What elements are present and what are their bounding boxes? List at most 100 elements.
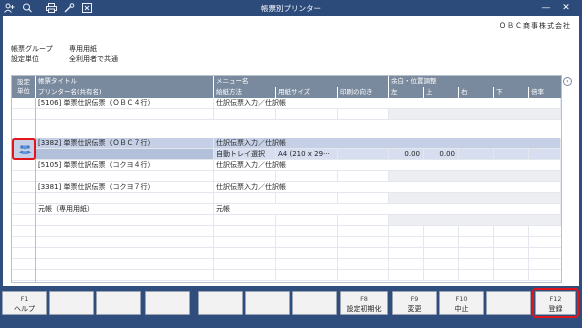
close-icon[interactable]: ✕	[560, 2, 572, 14]
margin-cell	[389, 215, 561, 225]
col-scale: 倍率	[531, 88, 544, 96]
f4-button[interactable]	[145, 291, 190, 315]
printer-cell[interactable]	[36, 215, 214, 225]
feed-cell[interactable]	[214, 171, 276, 181]
table-row[interactable]: [5106] 単票仕訳伝票（ＯＢＣ４行） 仕訳伝票入力／仕訳帳	[12, 98, 561, 109]
f8-reset-button[interactable]: F8 設定初期化	[340, 291, 388, 315]
orientation-cell[interactable]	[338, 215, 389, 225]
shared-users-toggle[interactable]	[12, 138, 36, 160]
scale-cell[interactable]	[529, 149, 561, 159]
printer-cell[interactable]	[36, 149, 214, 159]
top-margin-cell[interactable]: 0.00	[424, 149, 459, 159]
f9-change-button[interactable]: F9 変更	[392, 291, 437, 315]
form-title-cell: 元帳（専用用紙）	[36, 204, 214, 214]
col-margin: 余白・位置調整	[391, 77, 437, 85]
f5-button[interactable]	[198, 291, 243, 315]
form-title-cell: [3382] 単票仕訳伝票（ＯＢＣ７行）	[36, 138, 214, 148]
menu-cell: 仕訳伝票入力／仕訳帳	[214, 138, 561, 148]
f11-button[interactable]	[486, 291, 531, 315]
empty-row	[12, 226, 561, 237]
users-group-icon	[19, 145, 31, 154]
margin-cell	[389, 171, 561, 181]
paper-cell[interactable]: A4 (210 x 29···	[276, 149, 338, 159]
col-menu-name: メニュー名	[214, 76, 389, 87]
form-title-cell: [5105] 単票仕訳伝票（コクヨ４行）	[36, 160, 214, 170]
form-group-label: 帳票グループ	[11, 45, 53, 53]
col-paper: 用紙サイズ	[276, 87, 338, 98]
setting-unit-row: 設定単位 全利用者で共通	[11, 54, 118, 64]
setting-unit-label: 設定単位	[11, 55, 39, 63]
setting-unit-value: 全利用者で共通	[69, 55, 118, 63]
menu-cell: 仕訳伝票入力／仕訳帳	[214, 182, 561, 192]
f12-highlight-frame	[532, 288, 579, 318]
orientation-cell[interactable]	[338, 149, 389, 159]
printer-cell[interactable]	[36, 171, 214, 181]
printer-cell[interactable]	[36, 109, 214, 119]
col-top: 上	[424, 87, 459, 98]
title-bar: 帳票別プリンター — ✕	[0, 0, 582, 16]
margin-cell	[389, 193, 561, 203]
paper-cell[interactable]	[276, 215, 338, 225]
table-row[interactable]	[12, 193, 561, 204]
company-name: ＯＢＣ商事株式会社	[499, 22, 571, 30]
f10-cancel-button[interactable]: F10 中止	[439, 291, 484, 315]
menu-cell: 仕訳伝票入力／仕訳帳	[214, 98, 561, 108]
f1-help-button[interactable]: F1 ヘルプ	[2, 291, 47, 315]
menu-cell: 元帳	[214, 204, 561, 214]
menu-cell: 仕訳伝票入力／仕訳帳	[214, 160, 561, 170]
f3-button[interactable]	[96, 291, 141, 315]
feed-cell[interactable]	[214, 215, 276, 225]
printer-cell[interactable]	[36, 193, 214, 203]
col-bottom: 下	[494, 87, 529, 98]
col-right: 右	[459, 87, 494, 98]
right-margin-cell[interactable]	[459, 149, 494, 159]
col-form-title: 帳票タイトル	[36, 76, 214, 87]
table-row[interactable]	[12, 215, 561, 226]
printer-grid: 帳票タイトル メニュー名 余白・位置調整 プリンター名(共有名) 給紙方法 用紙…	[11, 75, 572, 283]
margin-cell	[389, 109, 561, 119]
feed-cell[interactable]	[214, 109, 276, 119]
main-content: ＯＢＣ商事株式会社 帳票グループ 専用用紙 設定単位 全利用者で共通 帳票タイトル …	[3, 16, 579, 286]
table-row[interactable]: [3381] 単票仕訳伝票（コクヨ７行） 仕訳伝票入力／仕訳帳	[12, 182, 561, 193]
table-row[interactable]: [5105] 単票仕訳伝票（コクヨ４行） 仕訳伝票入力／仕訳帳	[12, 160, 561, 171]
empty-row	[12, 270, 561, 281]
f6-button[interactable]	[245, 291, 290, 315]
table-row-selected[interactable]: 自動トレイ選択 A4 (210 x 29··· 0.00 0.00	[12, 149, 561, 160]
col-orientation: 印刷の向き	[338, 87, 389, 98]
f2-button[interactable]	[49, 291, 94, 315]
paper-cell[interactable]	[276, 171, 338, 181]
left-margin-cell[interactable]: 0.00	[389, 149, 424, 159]
minimize-icon[interactable]: —	[540, 2, 552, 14]
table-row[interactable]	[12, 109, 561, 120]
table-row[interactable]: 元帳（専用用紙） 元帳	[12, 204, 561, 215]
chevron-right-icon[interactable]: ›	[563, 77, 572, 86]
paper-cell[interactable]	[276, 109, 338, 119]
col-printer: プリンター名(共有名)	[36, 87, 214, 98]
empty-row	[12, 248, 561, 259]
orientation-cell[interactable]	[338, 171, 389, 181]
app-window: 帳票別プリンター — ✕ ＯＢＣ商事株式会社 帳票グループ 専用用紙 設定単位 全利…	[0, 0, 582, 328]
orientation-cell[interactable]	[338, 193, 389, 203]
form-group-value: 専用用紙	[69, 45, 97, 53]
feed-cell[interactable]: 自動トレイ選択	[214, 149, 276, 159]
feed-cell[interactable]	[214, 193, 276, 203]
orientation-cell[interactable]	[338, 109, 389, 119]
col-left: 左	[389, 87, 424, 98]
col-setting-unit: 設定 単位	[12, 76, 36, 98]
col-feed: 給紙方法	[214, 87, 276, 98]
setting-unit-column: 設定 単位	[12, 76, 36, 282]
col-setting-unit-label: 設定 単位	[17, 78, 30, 95]
f7-button[interactable]	[292, 291, 337, 315]
grid-header-row-2: プリンター名(共有名) 給紙方法 用紙サイズ 印刷の向き 左 上 右 下 倍率	[12, 87, 561, 98]
table-row[interactable]	[12, 171, 561, 182]
empty-row	[12, 259, 561, 270]
paper-cell[interactable]	[276, 193, 338, 203]
function-key-bar: F1 ヘルプ F8 設定初期化 F9 変更 F10 中止 F12 登録	[0, 288, 582, 328]
window-title: 帳票別プリンター	[261, 4, 321, 13]
grid-header-row-1: 帳票タイトル メニュー名 余白・位置調整	[12, 76, 561, 87]
bottom-margin-cell[interactable]	[494, 149, 529, 159]
empty-row	[12, 237, 561, 248]
form-title-cell: [5106] 単票仕訳伝票（ＯＢＣ４行）	[36, 98, 214, 108]
form-title-cell: [3381] 単票仕訳伝票（コクヨ７行）	[36, 182, 214, 192]
table-row-selected[interactable]: [3382] 単票仕訳伝票（ＯＢＣ７行） 仕訳伝票入力／仕訳帳	[12, 138, 561, 149]
